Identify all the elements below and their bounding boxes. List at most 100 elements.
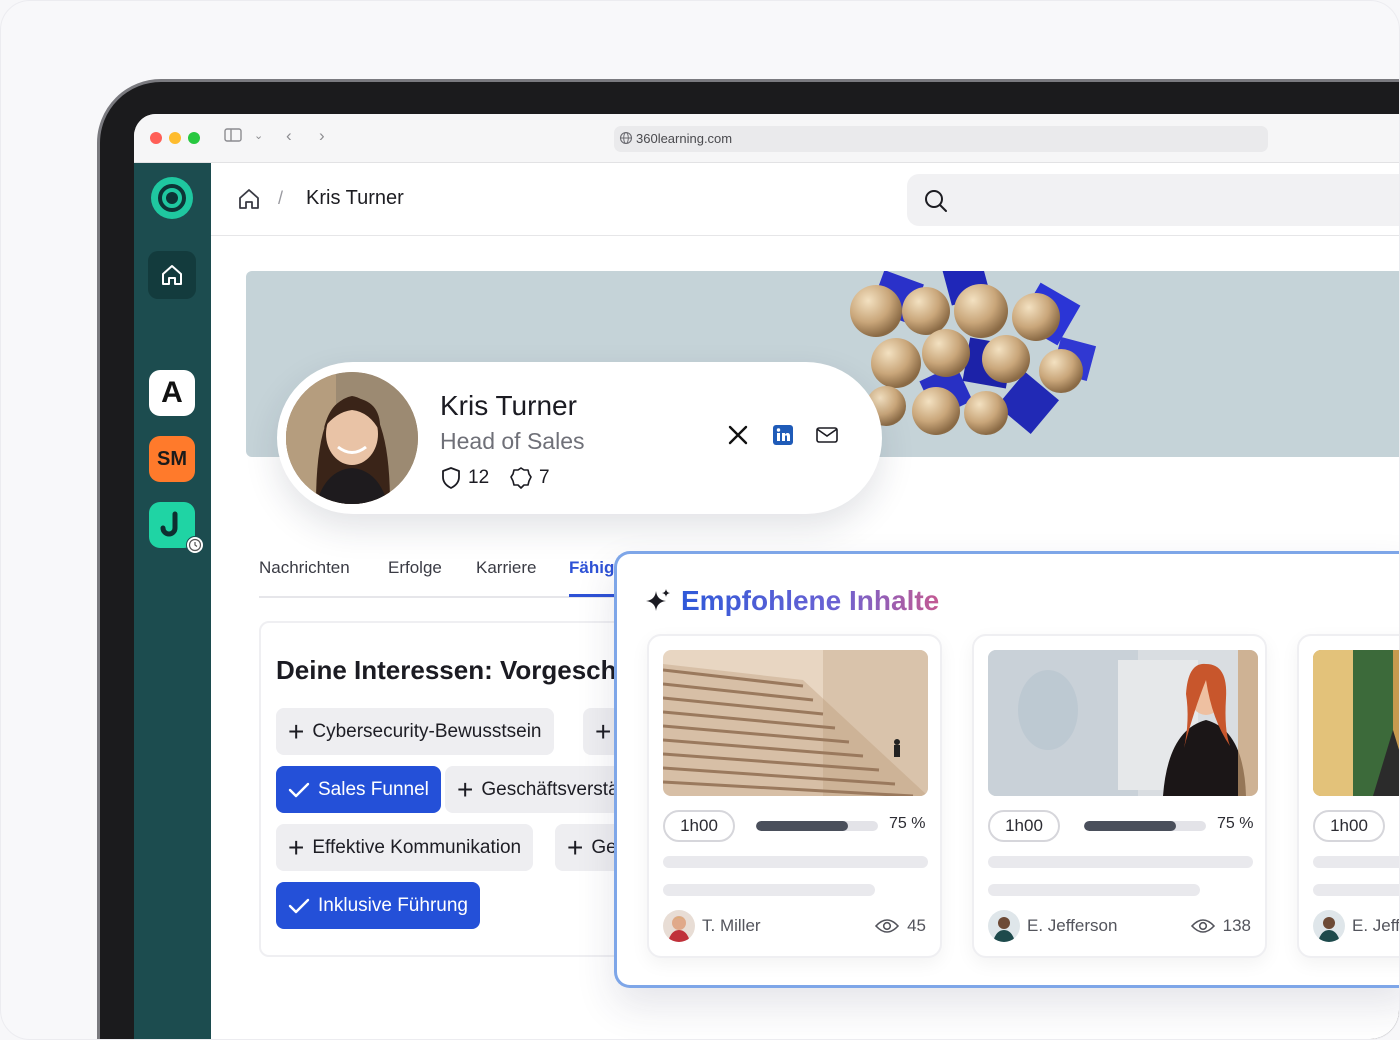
chevron-down-icon[interactable]: ⌄ xyxy=(254,129,263,142)
url-text: 360learning.com xyxy=(636,131,733,146)
badges-stat[interactable]: 12 xyxy=(440,466,489,490)
sidebar-home-button[interactable] xyxy=(148,251,196,299)
tab-erfolge[interactable]: Erfolge xyxy=(388,558,442,578)
tab-karriere[interactable]: Karriere xyxy=(476,558,536,578)
chip-label: Effektive Kommunikation xyxy=(312,836,522,858)
content-thumbnail xyxy=(1313,650,1399,796)
view-count: 45 xyxy=(875,916,926,936)
interest-chip-selected[interactable]: Inklusive Führung xyxy=(276,882,480,929)
brand-logo[interactable] xyxy=(151,177,193,219)
shield-icon xyxy=(442,467,460,489)
back-icon[interactable]: ‹ xyxy=(286,126,292,146)
plus-icon: + xyxy=(595,715,612,747)
content-card[interactable]: 1h00 75 % E. Jefferson 138 xyxy=(972,634,1267,958)
browser-toolbar: ⌄ ‹ › 360learning.com xyxy=(134,114,1399,163)
clock-badge-icon xyxy=(186,536,204,554)
views-number: 45 xyxy=(907,916,926,935)
search-input[interactable] xyxy=(907,174,1399,226)
profile-tabs: Nachrichten Erfolge Karriere Fähigkeiten xyxy=(259,552,663,598)
plus-icon: + xyxy=(288,715,305,747)
author-name: E. Jefferson xyxy=(1352,916,1400,935)
content-thumbnail xyxy=(663,650,928,796)
author-name: E. Jefferson xyxy=(1027,916,1118,935)
sidebar-app-j[interactable] xyxy=(149,502,204,554)
profile-name: Kris Turner xyxy=(440,390,577,421)
certificates-count: 7 xyxy=(539,467,550,488)
author-avatar xyxy=(663,910,695,942)
certificates-stat[interactable]: 7 xyxy=(509,466,550,490)
interest-chip-selected[interactable]: Sales Funnel xyxy=(276,766,441,813)
breadcrumb-separator: / xyxy=(278,188,284,208)
chip-label: Sales Funnel xyxy=(318,778,429,800)
sidebar-app-a[interactable]: A xyxy=(149,370,195,416)
breadcrumb-home-icon[interactable] xyxy=(236,186,262,217)
progress-fill xyxy=(756,821,848,831)
sidebar-toggle-icon[interactable] xyxy=(224,128,242,145)
linkedin-icon[interactable] xyxy=(772,424,794,451)
breadcrumb-current: Kris Turner xyxy=(306,187,404,209)
close-window-button[interactable] xyxy=(150,132,162,144)
sidebar-app-sm[interactable]: SM xyxy=(149,436,195,482)
plus-icon: + xyxy=(567,831,584,863)
skeleton-line xyxy=(988,884,1200,896)
skeleton-line xyxy=(988,856,1253,868)
duration-pill: 1h00 xyxy=(663,810,735,842)
globe-icon xyxy=(619,131,633,145)
eye-icon xyxy=(875,919,900,933)
maximize-window-button[interactable] xyxy=(188,132,200,144)
browser-window: ⌄ ‹ › 360learning.com A SM / Kris Turner… xyxy=(134,114,1400,1039)
views-number: 138 xyxy=(1222,916,1251,935)
certificate-badge-icon xyxy=(510,467,532,489)
eye-icon xyxy=(1190,919,1215,933)
address-bar[interactable]: 360learning.com xyxy=(614,126,1268,152)
author-avatar xyxy=(1313,910,1345,942)
x-twitter-icon[interactable] xyxy=(727,424,749,451)
content-thumbnail xyxy=(988,650,1258,796)
profile-card: Kris Turner Head of Sales 12 7 xyxy=(277,362,882,514)
mail-icon[interactable] xyxy=(815,424,839,451)
recommended-content-panel: Empfohlene Inhalte 1h00 75 % T. Miller 4… xyxy=(614,551,1400,988)
interest-chip[interactable]: + Effektive Kommunikation xyxy=(276,824,534,871)
card-author: E. Jefferson xyxy=(1313,910,1400,942)
progress-fill xyxy=(1084,821,1176,831)
progress-label: 75 % xyxy=(889,815,926,832)
sidebar-app-sm-label: SM xyxy=(157,447,187,470)
author-name: T. Miller xyxy=(702,916,761,935)
progress-bar xyxy=(756,821,878,831)
card-author: E. Jefferson xyxy=(988,910,1117,942)
app-sidebar: A SM xyxy=(134,163,211,1039)
top-bar: / Kris Turner xyxy=(211,163,1399,236)
minimize-window-button[interactable] xyxy=(169,132,181,144)
view-count: 138 xyxy=(1190,916,1251,936)
progress-bar xyxy=(1084,821,1206,831)
recommended-title: Empfohlene Inhalte xyxy=(681,585,940,616)
plus-icon: + xyxy=(288,831,305,863)
profile-avatar xyxy=(286,372,418,504)
profile-role: Head of Sales xyxy=(440,428,585,454)
duration-pill: 1h00 xyxy=(1313,810,1385,842)
j-logo-icon xyxy=(160,511,178,537)
skeleton-line xyxy=(663,884,875,896)
chip-label: Ge xyxy=(591,836,617,858)
author-avatar xyxy=(988,910,1020,942)
skeleton-line xyxy=(1313,884,1399,896)
forward-icon[interactable]: › xyxy=(319,126,325,146)
showcase-card: ⌄ ‹ › 360learning.com A SM / Kris Turner… xyxy=(0,0,1400,1040)
search-icon xyxy=(925,190,947,212)
check-icon xyxy=(288,898,310,913)
content-card[interactable]: 1h00 75 % T. Miller 45 xyxy=(647,634,942,958)
card-author: T. Miller xyxy=(663,910,761,942)
skeleton-line xyxy=(663,856,928,868)
skeleton-line xyxy=(1313,856,1399,868)
interest-chip[interactable]: + Cybersecurity-Bewusstsein xyxy=(276,708,554,755)
chip-label: Inklusive Führung xyxy=(318,894,468,916)
plus-icon: + xyxy=(457,773,474,805)
content-card[interactable]: 1h00 E. Jefferson xyxy=(1297,634,1400,958)
tab-nachrichten[interactable]: Nachrichten xyxy=(259,558,350,578)
chip-label: Cybersecurity-Bewusstsein xyxy=(312,720,542,742)
badges-count: 12 xyxy=(468,467,490,488)
duration-pill: 1h00 xyxy=(988,810,1060,842)
progress-label: 75 % xyxy=(1217,815,1254,832)
sidebar-app-a-label: A xyxy=(161,376,183,409)
sparkle-icon xyxy=(646,589,670,611)
